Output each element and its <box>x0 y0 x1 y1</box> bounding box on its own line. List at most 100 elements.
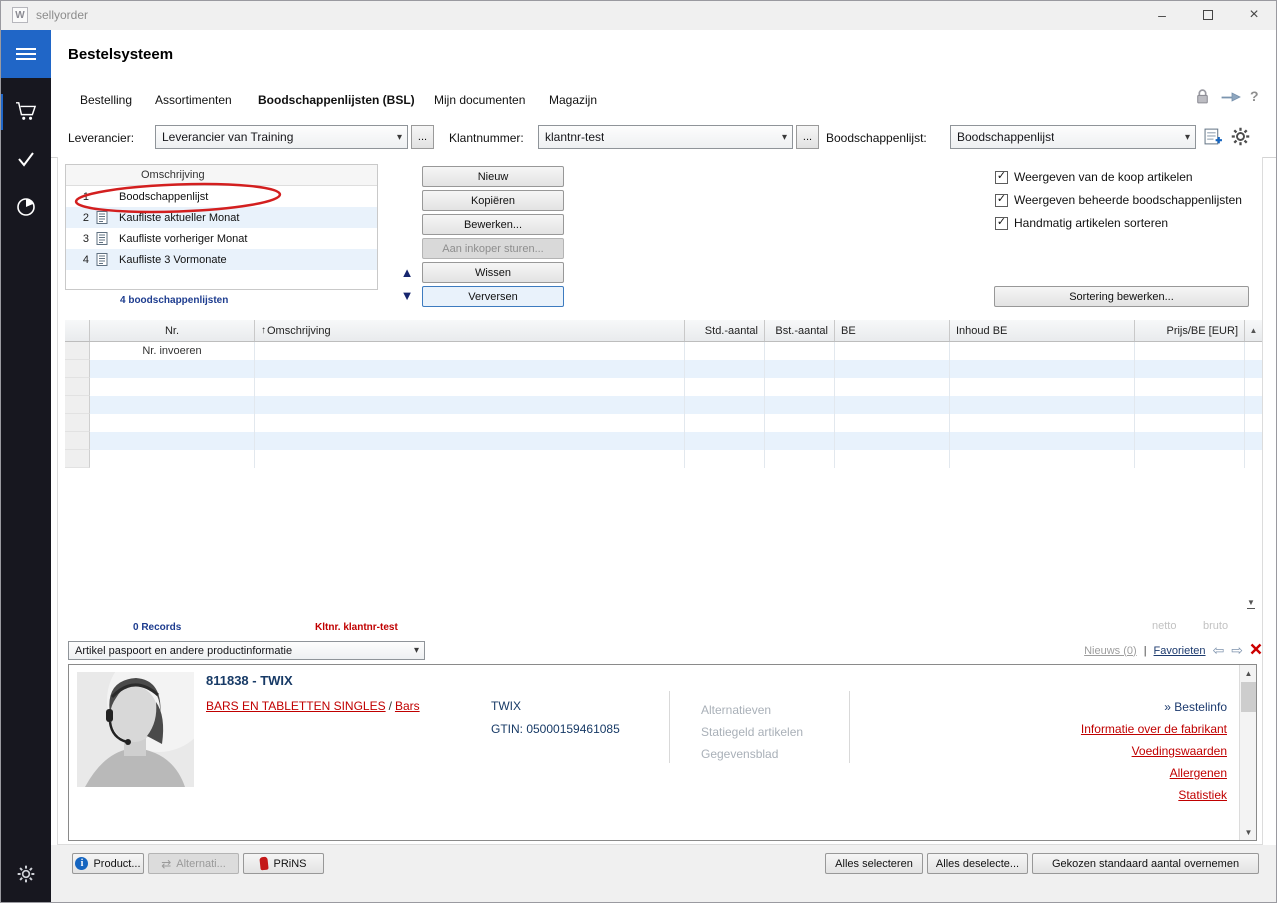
chevron-down-icon: ▾ <box>408 645 419 656</box>
wissen-button[interactable]: Wissen <box>422 262 564 283</box>
previous-article-icon[interactable]: ⇦ <box>1213 642 1225 659</box>
maximize-button[interactable] <box>1185 0 1231 30</box>
document-list-icon <box>96 253 110 267</box>
kopieren-button[interactable]: Kopiëren <box>422 190 564 211</box>
title-bar-left: W sellyorder <box>0 7 88 23</box>
tab-assortimenten[interactable]: Assortimenten <box>155 93 232 107</box>
forward-arrow-icon[interactable] <box>1221 90 1241 107</box>
leverancier-select[interactable]: Leverancier van Training ▾ <box>155 125 408 149</box>
list-item-kaufliste-vorheriger[interactable]: 3 Kaufliste vorheriger Monat <box>66 228 377 249</box>
col-header-prijs-be[interactable]: Prijs/BE [EUR] <box>1135 320 1245 341</box>
page-title: Bestelsysteem <box>68 46 173 63</box>
tab-mijn-documenten[interactable]: Mijn documenten <box>434 93 525 107</box>
row-selector[interactable] <box>65 342 90 360</box>
chevron-down-icon: ▾ <box>391 132 402 143</box>
product-links: » Bestelinfo Informatie over de fabrikan… <box>1081 696 1227 806</box>
table-scroll-down-button[interactable]: ▼ <box>1247 598 1255 609</box>
help-icon[interactable]: ? <box>1250 88 1259 104</box>
gegevensblad-link: Gegevensblad <box>701 743 803 765</box>
lock-icon[interactable] <box>1195 88 1210 108</box>
klantnummer-select[interactable]: klantnr-test ▾ <box>538 125 793 149</box>
articles-table: Nr. ↑Omschrijving Std.-aantal Bst.-aanta… <box>65 320 1262 468</box>
prins-button[interactable]: PRiNS <box>243 853 324 874</box>
boodschappenlijst-select[interactable]: Boodschappenlijst ▾ <box>950 125 1196 149</box>
window-title: sellyorder <box>36 8 88 22</box>
product-title: 811838 - TWIX <box>206 673 293 688</box>
sidebar-item-settings[interactable] <box>0 853 51 897</box>
table-scroll-up-button[interactable]: ▲ <box>1245 320 1262 341</box>
list-settings-gear-icon[interactable] <box>1230 126 1251 150</box>
move-up-button[interactable]: ▲ <box>398 264 416 282</box>
bestelinfo-link[interactable]: » Bestelinfo <box>1081 696 1227 718</box>
col-header-nr[interactable]: Nr. <box>90 320 255 341</box>
col-header-std-aantal[interactable]: Std.-aantal <box>685 320 765 341</box>
next-article-icon[interactable]: ⇨ <box>1231 642 1243 659</box>
favorieten-link[interactable]: Favorieten <box>1154 645 1206 657</box>
checkbox-beheerde-lijsten[interactable]: ✓ Weergeven beheerde boodschappenlijsten <box>995 192 1242 208</box>
netto-label: netto <box>1152 620 1176 632</box>
tab-boodschappenlijsten[interactable]: Boodschappenlijsten (BSL) <box>258 93 415 107</box>
checkbox-checked-icon: ✓ <box>995 217 1008 230</box>
alles-deselecteren-button[interactable]: Alles deselecte... <box>927 853 1028 874</box>
minimize-button[interactable]: – <box>1139 0 1185 30</box>
close-product-info-icon[interactable] <box>1250 643 1262 658</box>
fabrikant-info-link[interactable]: Informatie over de fabrikant <box>1081 718 1227 740</box>
statiegeld-link: Statiegeld artikelen <box>701 721 803 743</box>
list-item-kaufliste-aktueller[interactable]: 2 Kaufliste aktueller Monat <box>66 207 377 228</box>
list-item-boodschappenlijst[interactable]: 1 Boodschappenlijst <box>66 186 377 207</box>
sidebar-item-statistiek[interactable] <box>0 186 51 230</box>
bewerken-button[interactable]: Bewerken... <box>422 214 564 235</box>
sortering-bewerken-button[interactable]: Sortering bewerken... <box>994 286 1249 307</box>
category-link[interactable]: BARS EN TABLETTEN SINGLES <box>206 699 386 713</box>
col-header-omschrijving[interactable]: ↑Omschrijving <box>255 320 685 341</box>
voedingswaarden-link[interactable]: Voedingswaarden <box>1081 740 1227 762</box>
col-header-be[interactable]: BE <box>835 320 950 341</box>
add-list-icon[interactable] <box>1204 127 1223 149</box>
tab-bestelling[interactable]: Bestelling <box>80 93 132 107</box>
tab-magazijn[interactable]: Magazijn <box>549 93 597 107</box>
product-info-select[interactable]: Artikel paspoort en andere productinform… <box>68 641 425 660</box>
col-header-inhoud-be[interactable]: Inhoud BE <box>950 320 1135 341</box>
product-panel-scrollbar[interactable]: ▲ ▼ <box>1239 665 1256 840</box>
bruto-label: bruto <box>1203 620 1228 632</box>
standaard-aantal-button[interactable]: Gekozen standaard aantal overnemen <box>1032 853 1259 874</box>
subcategory-link[interactable]: Bars <box>395 699 420 713</box>
divider <box>669 691 670 763</box>
swap-icon: ⇄ <box>161 857 171 871</box>
list-item-kaufliste-3-vormonate[interactable]: 4 Kaufliste 3 Vormonate <box>66 249 377 270</box>
statistiek-link[interactable]: Statistiek <box>1081 784 1227 806</box>
verversen-button[interactable]: Verversen <box>422 286 564 307</box>
klantnummer-browse-button[interactable]: ... <box>796 125 819 149</box>
cart-icon <box>15 101 37 124</box>
scroll-down-icon[interactable]: ▼ <box>1240 824 1257 840</box>
muted-links: Alternatieven Statiegeld artikelen Gegev… <box>701 699 803 765</box>
divider <box>849 691 850 763</box>
col-header-bst-aantal[interactable]: Bst.-aantal <box>765 320 835 341</box>
klantnummer-label: Klantnummer: <box>449 131 524 145</box>
sidebar-item-bevestigen[interactable] <box>0 138 51 182</box>
alles-selecteren-button[interactable]: Alles selecteren <box>825 853 923 874</box>
table-entry-row[interactable]: Nr. invoeren <box>65 342 1262 360</box>
list-column-header[interactable]: Omschrijving <box>66 165 377 186</box>
scroll-up-icon[interactable]: ▲ <box>1240 665 1257 681</box>
chevron-down-icon: ▾ <box>776 132 787 143</box>
checkbox-koop-artikelen[interactable]: ✓ Weergeven van de koop artikelen <box>995 169 1193 185</box>
nr-entry-cell[interactable]: Nr. invoeren <box>90 342 255 360</box>
alternatieven-link: Alternatieven <box>701 699 803 721</box>
product-button[interactable]: i Product... <box>72 853 144 874</box>
menu-icon <box>16 45 36 63</box>
allergenen-link[interactable]: Allergenen <box>1081 762 1227 784</box>
move-down-button[interactable]: ▼ <box>398 287 416 305</box>
title-bar: W sellyorder – × <box>0 0 1277 30</box>
nieuw-button[interactable]: Nieuw <box>422 166 564 187</box>
sidebar-item-bestellen[interactable] <box>0 90 51 134</box>
scrollbar-thumb[interactable] <box>1241 682 1256 712</box>
alternatief-button: ⇄ Alternati... <box>148 853 239 874</box>
sidebar-menu-button[interactable] <box>0 30 51 78</box>
close-button[interactable]: × <box>1231 0 1277 30</box>
product-info-panel: 811838 - TWIX BARS EN TABLETTEN SINGLES/… <box>68 664 1257 841</box>
leverancier-browse-button[interactable]: ... <box>411 125 434 149</box>
product-category-line: BARS EN TABLETTEN SINGLES/Bars <box>206 699 420 713</box>
nieuws-link[interactable]: Nieuws (0) <box>1084 645 1137 657</box>
checkbox-handmatig-sorteren[interactable]: ✓ Handmatig artikelen sorteren <box>995 215 1168 231</box>
